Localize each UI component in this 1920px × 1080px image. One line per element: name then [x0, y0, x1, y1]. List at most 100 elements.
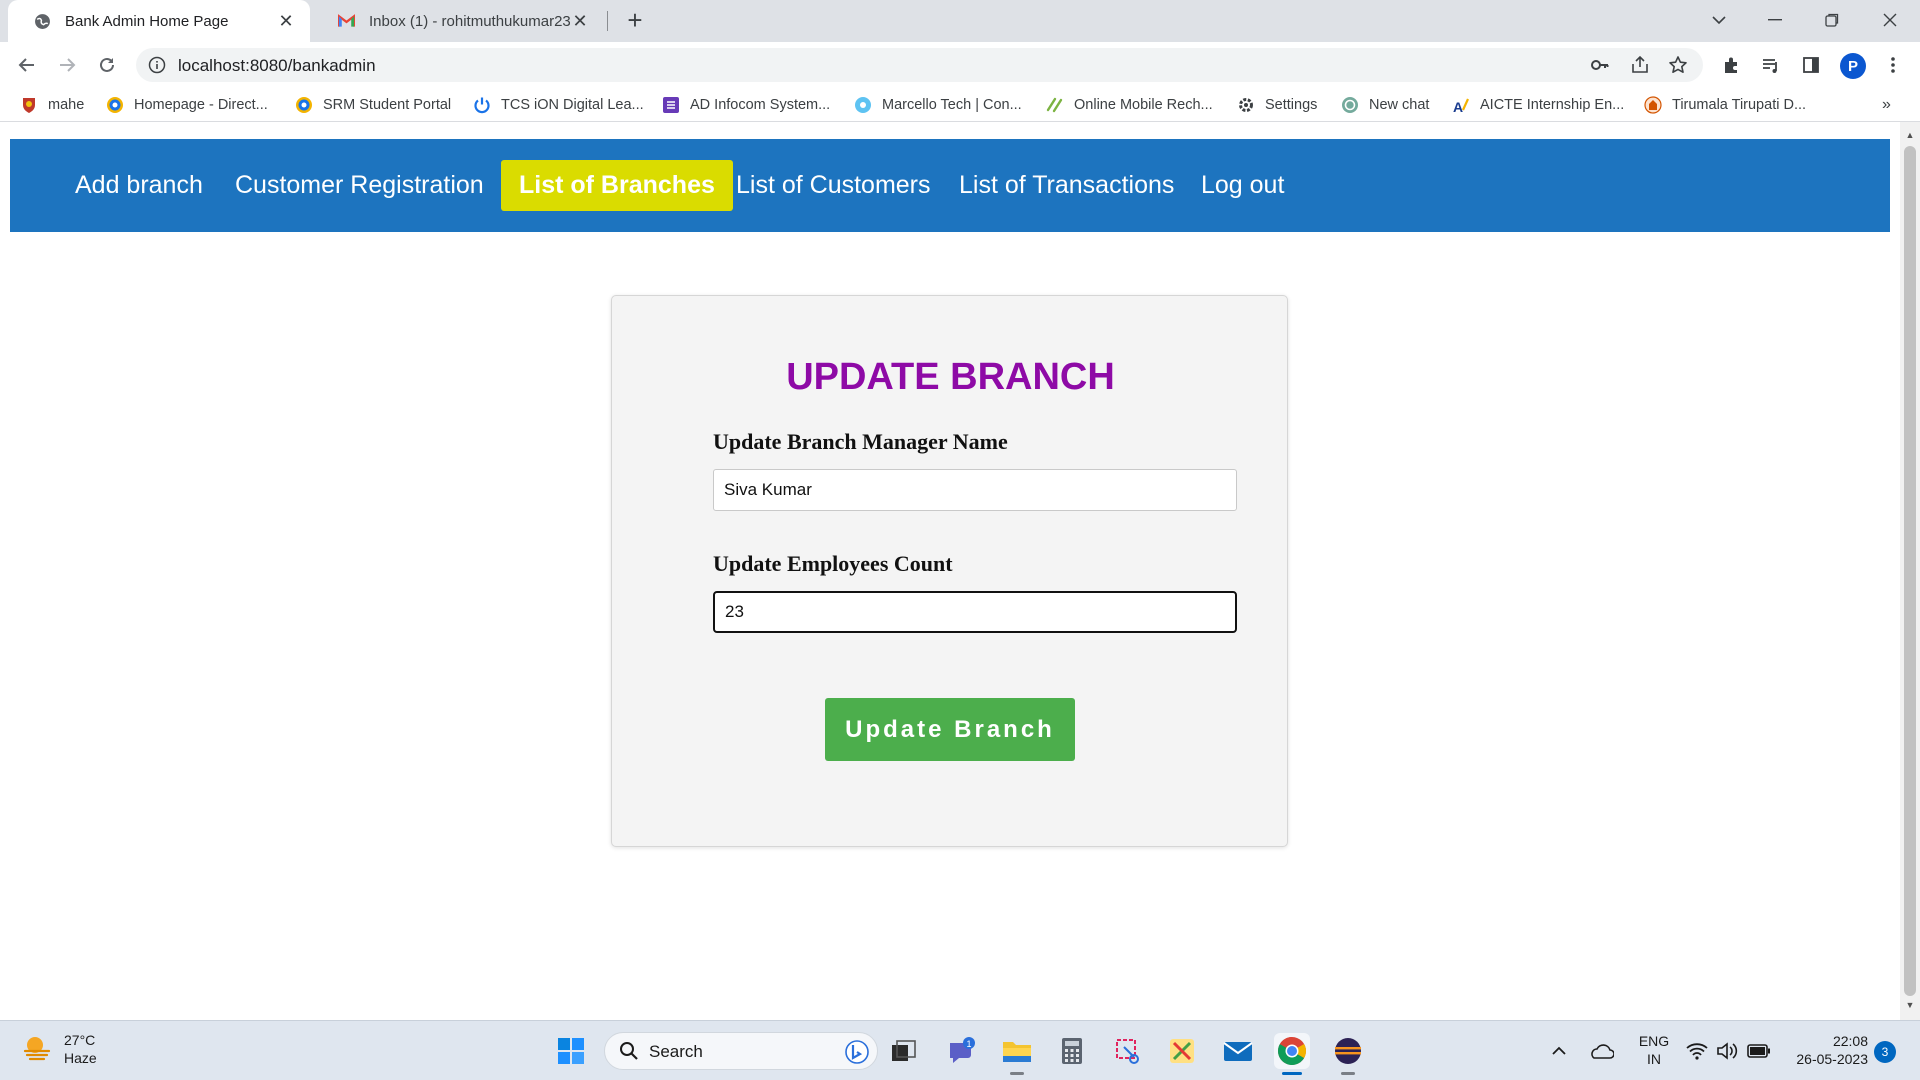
forward-button[interactable]	[52, 50, 82, 80]
chat-icon	[1341, 96, 1359, 114]
share-icon[interactable]	[1630, 55, 1650, 75]
update-branch-button[interactable]: Update Branch	[825, 698, 1075, 761]
temple-icon	[1644, 96, 1662, 114]
leaf-icon	[1046, 96, 1064, 114]
side-panel-icon[interactable]	[1796, 50, 1826, 80]
nav-log-out[interactable]: Log out	[1201, 139, 1284, 232]
snipping-tool-icon[interactable]	[1110, 1033, 1146, 1069]
manager-name-input[interactable]	[713, 469, 1237, 511]
aicte-icon: A	[1452, 96, 1470, 114]
nav-list-of-transactions[interactable]: List of Transactions	[959, 139, 1174, 232]
windows-taskbar: 27°C Haze Search 1 ENG IN 22:08 26-05-20…	[0, 1020, 1920, 1080]
bookmark-srm-portal[interactable]: SRM Student Portal	[295, 95, 451, 115]
menu-kebab-icon[interactable]	[1878, 50, 1908, 80]
globe-icon	[34, 13, 51, 30]
show-hidden-icons-chevron-icon[interactable]	[1544, 1033, 1574, 1069]
power-icon	[473, 96, 491, 114]
manager-name-label: Update Branch Manager Name	[713, 429, 1008, 454]
bookmark-new-chat[interactable]: New chat	[1341, 95, 1429, 115]
page-viewport: Add branch Customer Registration List of…	[0, 122, 1900, 1020]
bookmark-mahe[interactable]: mahe	[20, 95, 84, 115]
calculator-icon[interactable]	[1054, 1033, 1090, 1069]
volume-icon[interactable]	[1714, 1033, 1740, 1069]
bookmark-aicte[interactable]: A AICTE Internship En...	[1452, 95, 1624, 115]
close-window-button[interactable]	[1868, 4, 1912, 36]
form-title: UPDATE BRANCH	[786, 356, 1115, 398]
paint-icon[interactable]	[1164, 1033, 1200, 1069]
bookmarks-overflow-button[interactable]: »	[1882, 96, 1891, 114]
chrome-taskbar-icon[interactable]	[1274, 1033, 1310, 1075]
notification-badge[interactable]: 3	[1874, 1041, 1896, 1063]
minimize-button[interactable]	[1753, 4, 1797, 36]
wifi-icon[interactable]	[1684, 1033, 1710, 1069]
nav-list-of-branches[interactable]: List of Branches	[501, 160, 733, 211]
site-info-icon[interactable]	[148, 56, 166, 74]
back-button[interactable]	[12, 50, 42, 80]
new-tab-button[interactable]: +	[622, 7, 648, 33]
search-icon	[619, 1041, 639, 1066]
tab-close-icon[interactable]: ✕	[570, 11, 590, 31]
scroll-up-arrow-icon[interactable]: ▲	[1904, 130, 1916, 142]
bookmark-tcs-ion[interactable]: TCS iON Digital Lea...	[473, 95, 644, 115]
nav-add-branch[interactable]: Add branch	[75, 139, 203, 232]
url-text: localhost:8080/bankadmin	[178, 56, 376, 75]
clock[interactable]: 22:08 26-05-2023	[1784, 1032, 1868, 1068]
scrollbar-thumb[interactable]	[1904, 146, 1916, 996]
globe-blue-icon	[295, 96, 313, 114]
bookmark-star-icon[interactable]	[1668, 55, 1688, 75]
restore-button[interactable]	[1810, 4, 1854, 36]
haze-sun-icon	[22, 1032, 52, 1067]
mail-icon[interactable]	[1220, 1033, 1256, 1069]
bookmarks-bar: mahe Homepage - Direct... SRM Student Po…	[0, 88, 1920, 122]
file-explorer-icon[interactable]	[999, 1033, 1035, 1075]
browser-toolbar: localhost:8080/bankadmin P	[0, 42, 1920, 88]
onedrive-icon[interactable]	[1584, 1033, 1618, 1069]
tab-title: Bank Admin Home Page	[65, 12, 229, 30]
address-bar[interactable]: localhost:8080/bankadmin	[136, 48, 1703, 82]
reload-button[interactable]	[92, 50, 122, 80]
svg-text:A: A	[1453, 99, 1463, 114]
tab-separator	[607, 11, 608, 31]
nav-list-of-customers[interactable]: List of Customers	[736, 139, 931, 232]
nav-customer-registration[interactable]: Customer Registration	[235, 139, 484, 232]
bookmark-homepage[interactable]: Homepage - Direct...	[106, 95, 268, 115]
page-scrollbar[interactable]: ▲ ▼	[1900, 122, 1920, 1020]
bookmark-mobile-recharge[interactable]: Online Mobile Rech...	[1046, 95, 1213, 115]
weather-widget[interactable]: 27°C Haze	[22, 1031, 97, 1067]
input-language[interactable]: ENG IN	[1634, 1032, 1674, 1068]
crest-icon	[20, 96, 38, 114]
tab-gmail-inbox[interactable]: Inbox (1) - rohitmuthukumar23@ ✕	[312, 0, 604, 42]
bookmark-ad-infocom[interactable]: AD Infocom System...	[662, 95, 830, 115]
form-icon	[662, 96, 680, 114]
circle-blue-icon	[854, 96, 872, 114]
start-button[interactable]	[553, 1033, 589, 1069]
tab-title: Inbox (1) - rohitmuthukumar23@	[369, 12, 570, 30]
battery-icon[interactable]	[1744, 1033, 1774, 1069]
tab-search-icon[interactable]	[1697, 4, 1741, 36]
gmail-icon	[338, 13, 355, 30]
key-icon[interactable]	[1590, 55, 1610, 75]
extensions-icon[interactable]	[1716, 50, 1746, 80]
top-navbar: Add branch Customer Registration List of…	[10, 139, 1890, 232]
task-view-icon[interactable]	[886, 1033, 922, 1069]
clock-date: 26-05-2023	[1796, 1051, 1868, 1067]
tab-bank-admin[interactable]: Bank Admin Home Page ✕	[8, 0, 310, 42]
weather-temp: 27°C	[64, 1032, 96, 1048]
bookmark-marcello-tech[interactable]: Marcello Tech | Con...	[854, 95, 1022, 115]
update-branch-form: UPDATE BRANCH Update Branch Manager Name…	[611, 295, 1288, 847]
employees-count-input[interactable]	[713, 591, 1237, 633]
browser-tab-strip: Bank Admin Home Page ✕ Inbox (1) - rohit…	[0, 0, 1920, 42]
profile-avatar[interactable]: P	[1840, 53, 1866, 79]
chat-badge-count: 1	[966, 1039, 971, 1049]
running-indicator	[1010, 1072, 1024, 1075]
taskbar-search[interactable]: Search	[604, 1032, 878, 1070]
eclipse-icon[interactable]	[1330, 1033, 1366, 1075]
teams-chat-icon[interactable]: 1	[944, 1033, 980, 1069]
bookmark-settings[interactable]: Settings	[1237, 95, 1317, 115]
employees-count-label: Update Employees Count	[713, 551, 953, 576]
scroll-down-arrow-icon[interactable]: ▼	[1904, 1000, 1916, 1012]
bookmark-tirumala[interactable]: Tirumala Tirupati D...	[1644, 95, 1806, 115]
gear-icon	[1237, 96, 1255, 114]
reading-list-icon[interactable]	[1756, 50, 1786, 80]
tab-close-icon[interactable]: ✕	[276, 11, 296, 31]
